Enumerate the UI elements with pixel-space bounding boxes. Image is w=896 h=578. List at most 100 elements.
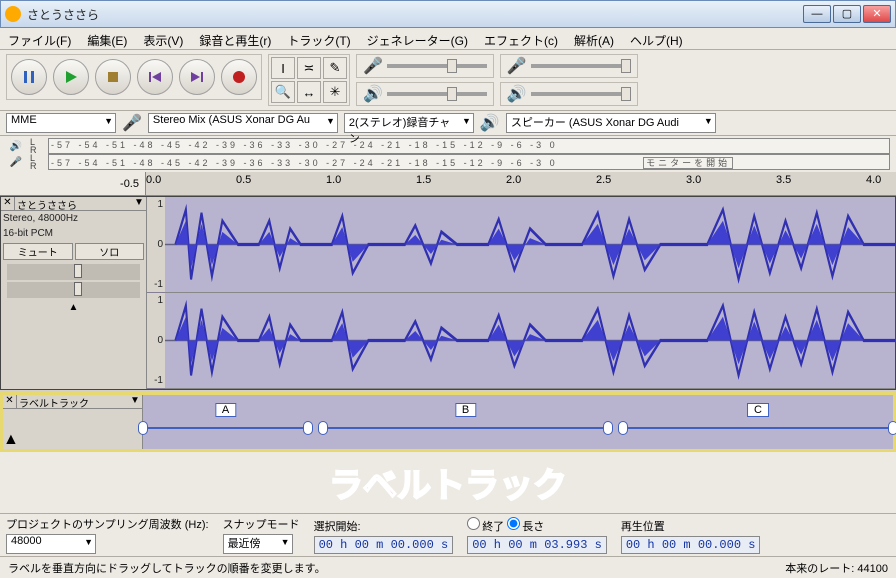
device-toolbar: MME 🎤 Stereo Mix (ASUS Xonar DG Au 2(ステレ… — [0, 111, 896, 136]
output-volume-slider[interactable]: 🔊 — [500, 82, 638, 106]
play-volume-slider[interactable]: 🔊 — [356, 82, 494, 106]
sel-start-label: 選択開始: — [314, 518, 454, 534]
label-tag[interactable]: B — [455, 403, 476, 417]
selection-tool-icon[interactable]: I — [271, 57, 295, 79]
menu-help[interactable]: ヘルプ(H) — [622, 28, 691, 49]
menu-gen[interactable]: ジェネレーター(G) — [359, 28, 476, 49]
track-close-button[interactable]: ✕ — [1, 197, 15, 210]
track-close-button[interactable]: ✕ — [3, 395, 17, 408]
transport-toolbar — [6, 54, 262, 100]
audio-track-header: ✕ さとうささら ▼ Stereo, 48000Hz 16-bit PCM ミュ… — [1, 197, 147, 389]
snap-label: スナップモード — [223, 516, 300, 532]
rec-volume-slider[interactable]: 🎤 — [500, 54, 638, 78]
label-track-body[interactable]: A B C — [143, 395, 893, 449]
stop-button[interactable] — [95, 59, 131, 95]
label-track: ✕ ラベルトラック ▼ ▲ A B C — [0, 392, 896, 452]
pause-button[interactable] — [11, 59, 47, 95]
pan-slider[interactable] — [7, 282, 140, 298]
rec-device-dropdown[interactable]: Stereo Mix (ASUS Xonar DG Au — [148, 113, 338, 133]
lr-label: LR — [30, 138, 44, 154]
timeline-tick: 2.5 — [596, 174, 611, 186]
mic-icon: 🎤 — [507, 56, 527, 76]
sel-start-field[interactable]: 00 h 00 m 00.000 s — [314, 536, 454, 554]
speaker-icon: 🔊 — [480, 113, 500, 133]
skip-end-button[interactable] — [179, 59, 215, 95]
rec-meter-slider[interactable]: 🎤 — [356, 54, 494, 78]
window-title: さとうささら — [27, 6, 801, 23]
mute-button[interactable]: ミュート — [3, 243, 73, 260]
skip-start-button[interactable] — [137, 59, 173, 95]
project-rate-label: プロジェクトのサンプリング周波数 (Hz): — [6, 516, 209, 532]
project-rate-dropdown[interactable]: 48000 — [6, 534, 96, 554]
minimize-button[interactable]: — — [803, 5, 831, 23]
menu-rec[interactable]: 録音と再生(r) — [191, 28, 279, 49]
lr-label: LR — [30, 154, 44, 170]
timeline-tick: 0.0 — [146, 174, 161, 186]
close-button[interactable]: ✕ — [863, 5, 891, 23]
timeline-tick: 0.5 — [236, 174, 251, 186]
play-device-dropdown[interactable]: スピーカー (ASUS Xonar DG Audi — [506, 113, 716, 133]
waveform-right[interactable]: 10-1 — [165, 293, 895, 389]
multi-tool-icon[interactable]: ✳ — [323, 81, 347, 103]
timeline-tick: 3.5 — [776, 174, 791, 186]
timeline-tick: 3.0 — [686, 174, 701, 186]
play-button[interactable] — [53, 59, 89, 95]
label-track-header: ✕ ラベルトラック ▼ ▲ — [3, 395, 143, 449]
label-region[interactable]: C — [623, 403, 893, 423]
annotation-callout: ラベルトラック — [0, 452, 896, 513]
edit-tools: I ≍ ✎ 🔍 ↔ ✳ — [268, 54, 350, 106]
gain-slider[interactable] — [7, 264, 140, 280]
label-tag[interactable]: A — [215, 403, 236, 417]
label-tag[interactable]: C — [747, 403, 769, 417]
rec-channels-dropdown[interactable]: 2(ステレオ)録音チャン — [344, 113, 474, 133]
label-track-name[interactable]: ラベルトラック — [17, 395, 128, 408]
menu-analyze[interactable]: 解析(A) — [566, 28, 622, 49]
audio-position-label: 再生位置 — [621, 518, 761, 534]
speaker-icon: 🔊 — [507, 84, 527, 104]
snap-dropdown[interactable]: 最近傍 — [223, 534, 293, 554]
draw-tool-icon[interactable]: ✎ — [323, 57, 347, 79]
track-bitdepth: 16-bit PCM — [1, 226, 146, 241]
envelope-tool-icon[interactable]: ≍ — [297, 57, 321, 79]
statusbar: ラベルを垂直方向にドラッグしてトラックの順番を変更します。 本来のレート: 44… — [0, 556, 896, 578]
timeline-tick: 1.5 — [416, 174, 431, 186]
maximize-button[interactable]: ▢ — [833, 5, 861, 23]
track-format: Stereo, 48000Hz — [1, 211, 146, 226]
timeline-ruler[interactable]: -0.5 0.00.51.01.52.02.53.03.54.0 — [0, 172, 896, 196]
end-radio[interactable]: 終了 — [467, 521, 504, 533]
timeline-left-pad: -0.5 — [0, 172, 146, 195]
meter-panel: 🔊 LR -57 -54 -51 -48 -45 -42 -39 -36 -33… — [0, 136, 896, 172]
menu-edit[interactable]: 編集(E) — [79, 28, 135, 49]
record-button[interactable] — [221, 59, 257, 95]
actual-rate: 本来のレート: 44100 — [785, 560, 888, 575]
label-region[interactable]: B — [323, 403, 608, 423]
menubar: ファイル(F) 編集(E) 表示(V) 録音と再生(r) トラック(T) ジェネ… — [0, 28, 896, 50]
record-meter[interactable]: -57 -54 -51 -48 -45 -42 -39 -36 -33 -30 … — [48, 154, 890, 170]
label-region[interactable]: A — [143, 403, 308, 423]
mic-icon: 🎤 — [363, 56, 383, 76]
titlebar: さとうささら — ▢ ✕ — [0, 0, 896, 28]
collapse-button[interactable]: ▲ — [1, 300, 146, 315]
track-name[interactable]: さとうささら — [15, 197, 132, 210]
menu-track[interactable]: トラック(T) — [279, 28, 358, 49]
mic-icon: 🎤 — [6, 157, 26, 168]
audio-position-field[interactable]: 00 h 00 m 00.000 s — [621, 536, 761, 554]
zoom-tool-icon[interactable]: 🔍 — [271, 81, 295, 103]
tracks-area: ✕ さとうささら ▼ Stereo, 48000Hz 16-bit PCM ミュ… — [0, 196, 896, 390]
menu-view[interactable]: 表示(V) — [135, 28, 191, 49]
sel-length-field[interactable]: 00 h 00 m 03.993 s — [467, 536, 607, 554]
solo-button[interactable]: ソロ — [75, 243, 145, 260]
timeshift-tool-icon[interactable]: ↔ — [297, 81, 321, 103]
length-radio[interactable]: 長さ — [507, 521, 544, 533]
app-icon — [5, 6, 21, 22]
menu-effect[interactable]: エフェクト(c) — [476, 28, 566, 49]
waveform-left[interactable]: 10-1 — [165, 197, 895, 293]
audio-host-dropdown[interactable]: MME — [6, 113, 116, 133]
menu-file[interactable]: ファイル(F) — [0, 28, 79, 49]
track-menu-button[interactable]: ▼ — [128, 395, 142, 408]
status-message: ラベルを垂直方向にドラッグしてトラックの順番を変更します。 — [8, 560, 326, 575]
collapse-button[interactable]: ▲ — [3, 431, 142, 449]
track-menu-button[interactable]: ▼ — [132, 197, 146, 210]
playback-meter[interactable]: -57 -54 -51 -48 -45 -42 -39 -36 -33 -30 … — [48, 138, 890, 154]
mic-icon: 🎤 — [122, 113, 142, 133]
